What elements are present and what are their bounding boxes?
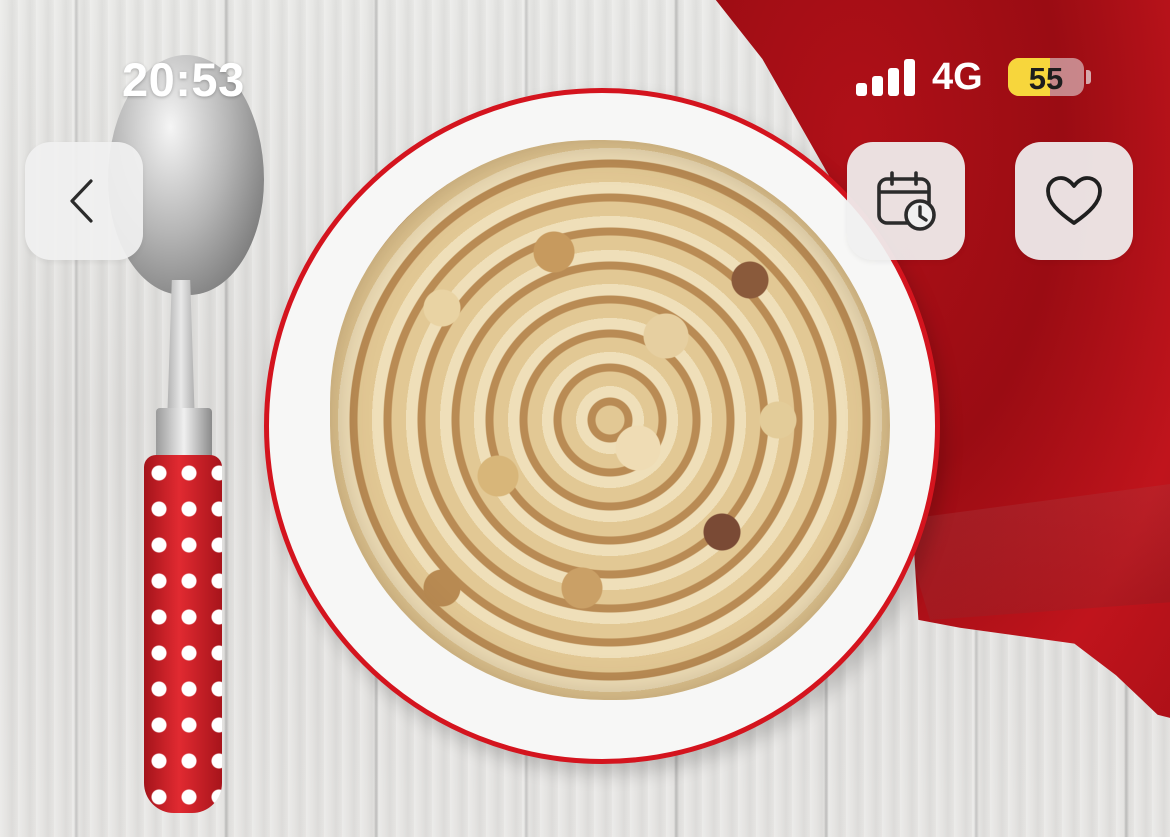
chevron-left-icon (70, 179, 93, 223)
favorite-button[interactable] (1015, 142, 1133, 260)
network-type: 4G (932, 56, 983, 98)
cellular-signal-icon (856, 58, 916, 96)
back-button[interactable] (25, 142, 143, 260)
spoon-handle (144, 455, 222, 813)
spoon-ferrule (156, 408, 212, 460)
battery-percent: 55 (1028, 61, 1064, 96)
calendar-button[interactable] (847, 142, 965, 260)
heart-outline-icon (1046, 176, 1102, 225)
battery-tip (1086, 70, 1091, 84)
status-bar: 20:53 4G 55 (0, 0, 1170, 150)
status-time: 20:53 (122, 53, 245, 106)
battery-icon: 55 (1008, 58, 1084, 96)
cereal-pile (330, 140, 890, 700)
calendar-clock-icon (877, 171, 936, 231)
